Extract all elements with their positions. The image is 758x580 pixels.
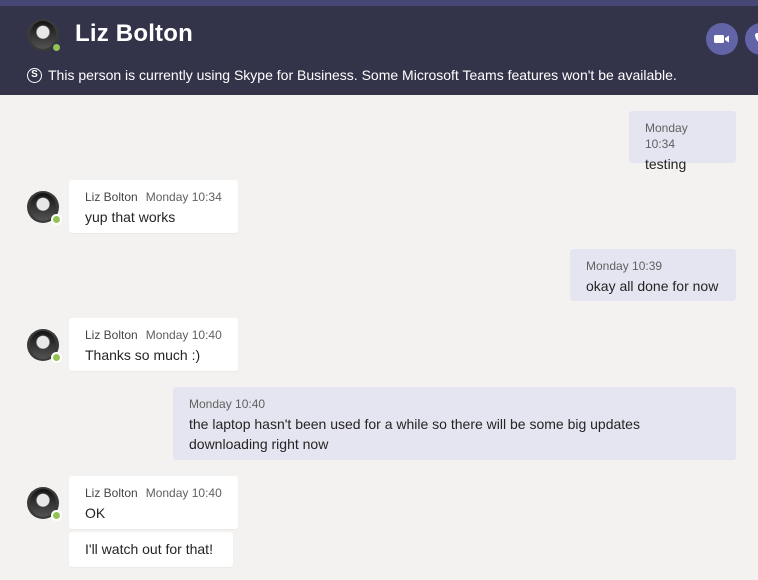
sender-name: Liz Bolton (85, 486, 138, 500)
message-bubble-received[interactable]: Liz Bolton Monday 10:40 OK (69, 476, 238, 529)
message-text: Thanks so much :) (85, 347, 201, 363)
message-text-line: downloading right now (189, 436, 329, 452)
message-timestamp: Monday 10:34 (145, 190, 222, 204)
sender-name: Liz Bolton (85, 328, 138, 342)
sender-avatar[interactable] (27, 329, 62, 363)
message-timestamp: Monday 10:40 (189, 397, 266, 411)
audio-call-button[interactable] (745, 23, 758, 55)
message-text: OK (85, 505, 106, 521)
sender-avatar[interactable] (27, 487, 62, 521)
message-bubble-received[interactable]: Liz Bolton Monday 10:40 Thanks so much :) (69, 318, 238, 371)
skype-notice: S This person is currently using Skype f… (27, 67, 677, 83)
message-text: yup that works (85, 209, 176, 225)
presence-available-icon (51, 214, 62, 225)
message-meta: Liz Bolton Monday 10:40 (85, 327, 222, 343)
message-text: okay all done for now (586, 278, 719, 294)
presence-available-icon (51, 510, 62, 521)
message-bubble-received[interactable]: I'll watch out for that! (69, 532, 233, 567)
presence-available-icon (51, 42, 62, 53)
phone-icon (755, 33, 758, 42)
chat-header: Liz Bolton S This person is currently us… (0, 6, 758, 95)
video-call-button[interactable] (706, 23, 738, 55)
message-bubble-sent[interactable]: Monday 10:40 the laptop hasn't been used… (173, 387, 736, 460)
message-text: testing (645, 156, 687, 172)
skype-icon: S (27, 67, 42, 83)
sender-name: Liz Bolton (85, 190, 138, 204)
message-meta: Liz Bolton Monday 10:34 (85, 189, 222, 205)
message-text-line: the laptop hasn't been used for a while … (189, 416, 640, 432)
message-meta: Liz Bolton Monday 10:40 (85, 485, 222, 501)
message-bubble-sent[interactable]: Monday 10:34 testing (629, 111, 736, 172)
message-timestamp: Monday 10:40 (145, 328, 222, 342)
message-timestamp: Monday 10:39 (586, 259, 663, 273)
message-timestamp: Monday 10:34 (645, 121, 688, 151)
message-bubble-sent[interactable]: Monday 10:39 okay all done for now (570, 249, 736, 301)
sender-avatar[interactable] (27, 191, 62, 225)
contact-name[interactable]: Liz Bolton (75, 20, 193, 48)
video-camera-icon (714, 35, 729, 43)
message-bubble-received[interactable]: Liz Bolton Monday 10:34 yup that works (69, 180, 238, 233)
message-text: I'll watch out for that! (85, 541, 213, 557)
avatar[interactable] (27, 19, 62, 53)
message-timestamp: Monday 10:40 (145, 486, 222, 500)
skype-notice-text: This person is currently using Skype for… (48, 67, 677, 83)
presence-available-icon (51, 352, 62, 363)
